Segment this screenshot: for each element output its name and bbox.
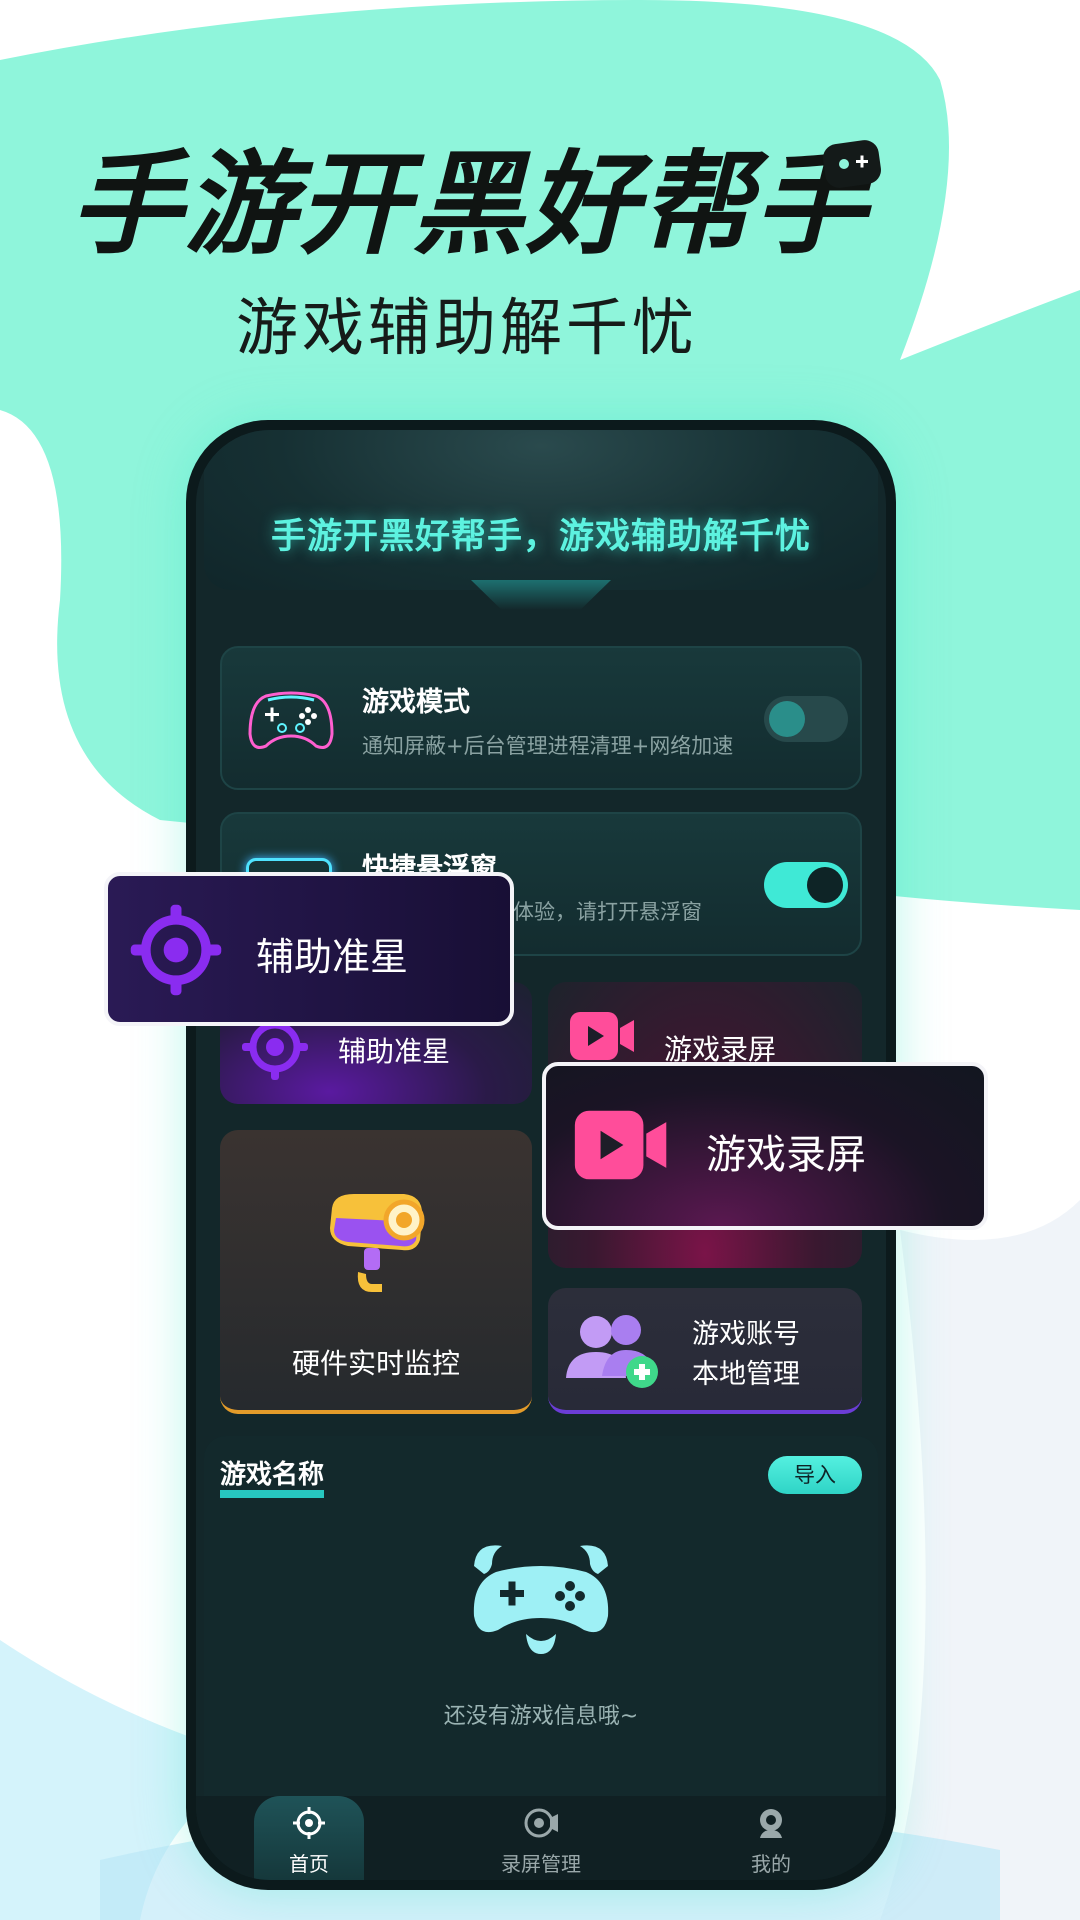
game-mode-toggle-knob — [769, 701, 805, 737]
nav-item-profile[interactable]: 我的 — [716, 1796, 826, 1880]
bottom-nav: 首页 录屏管理 我的 — [196, 1796, 886, 1880]
record-icon — [524, 1808, 558, 1838]
hero-subtitle: 游戏辅助解千忧 — [236, 291, 699, 364]
hardware-monitor-tile[interactable]: 硬件实时监控 — [220, 1130, 532, 1414]
account-manage-line2: 本地管理 — [692, 1359, 800, 1390]
users-add-icon — [566, 1315, 658, 1388]
nav-label-profile: 我的 — [751, 1852, 791, 1876]
crosshair-nav-icon — [293, 1807, 325, 1839]
crosshair-popup[interactable]: 辅助准星 — [104, 872, 514, 1026]
top-banner: 手游开黑好帮手，游戏辅助解千忧 — [204, 430, 878, 590]
crosshair-popup-label: 辅助准星 — [256, 935, 409, 979]
empty-gamepad-icon — [473, 1545, 609, 1654]
gamepad-neon-icon — [248, 691, 334, 749]
video-camera-icon — [570, 1012, 634, 1060]
screen-record-popup[interactable]: 游戏录屏 — [542, 1062, 988, 1230]
hardware-monitor-label: 硬件实时监控 — [291, 1347, 460, 1380]
game-mode-toggle[interactable] — [764, 696, 848, 742]
floating-window-toggle[interactable] — [764, 862, 848, 908]
nav-item-home[interactable]: 首页 — [254, 1796, 364, 1880]
hero-title: 手游开黑好帮手 — [70, 140, 868, 270]
nav-label-record: 录屏管理 — [501, 1852, 581, 1876]
crosshair-popup-icon — [130, 904, 222, 996]
floating-window-desc: 戏体验，请打开悬浮窗 — [492, 900, 702, 924]
games-section: 游戏名称 导入 还没有游戏信息哦~ — [204, 1436, 878, 1796]
banner-text: 手游开黑好帮手，游戏辅助解千忧 — [270, 517, 811, 557]
profile-icon — [760, 1809, 782, 1838]
gamepad-badge-icon — [823, 140, 881, 188]
games-empty-text: 还没有游戏信息哦~ — [443, 1704, 639, 1729]
games-header: 游戏名称 — [220, 1460, 325, 1498]
import-button[interactable]: 导入 — [768, 1456, 862, 1494]
monitor-camera-icon — [330, 1194, 425, 1292]
banner-notch — [471, 580, 611, 610]
nav-label-home: 首页 — [289, 1852, 329, 1876]
game-mode-title: 游戏模式 — [362, 687, 470, 718]
game-mode-desc: 通知屏蔽+后台管理进程清理+网络加速 — [362, 734, 734, 758]
screen-record-popup-label: 游戏录屏 — [706, 1132, 866, 1178]
screen-record-popup-icon — [574, 1110, 667, 1180]
floating-window-toggle-knob — [807, 867, 843, 903]
nav-item-record[interactable]: 录屏管理 — [486, 1796, 596, 1880]
game-mode-card[interactable]: 游戏模式 通知屏蔽+后台管理进程清理+网络加速 — [220, 646, 862, 790]
account-manage-line1: 游戏账号 — [692, 1319, 800, 1350]
crosshair-tile-label: 辅助准星 — [338, 1035, 451, 1068]
account-manage-tile[interactable]: 游戏账号 本地管理 — [548, 1288, 862, 1414]
